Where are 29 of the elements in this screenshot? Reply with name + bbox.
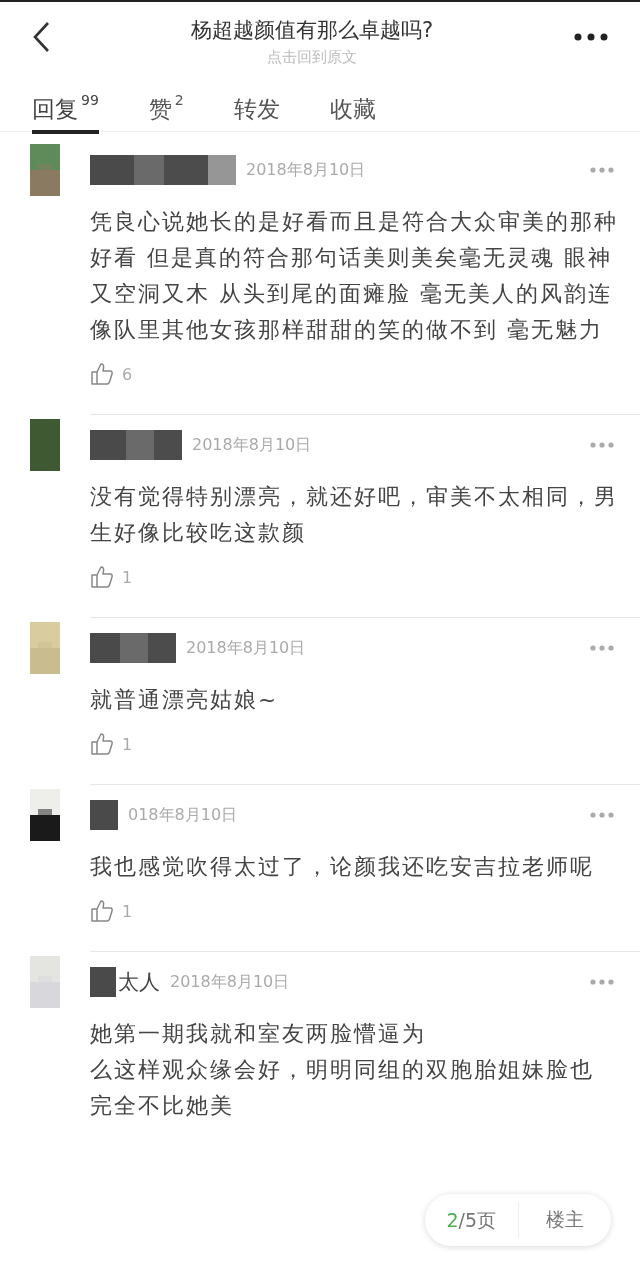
thumbs-up-icon	[90, 732, 114, 756]
comment-text: 完全不比她美	[90, 1092, 235, 1120]
more-icon[interactable]	[574, 33, 608, 41]
tab[interactable]: 收藏	[329, 94, 376, 134]
comment-text: 凭良心说她长的是好看而且是符合大众审美的那种好看 但是真的符合那句话美则美矣毫无灵魂 眼神又空洞又木 从头到尾的面瘫脸 毫无美人的风韵连像队里其他女孩那样甜甜的笑的做不到 毫无魅力	[90, 208, 619, 344]
comment-date: 018年8月10日	[128, 804, 239, 826]
pixelated-name	[90, 967, 116, 997]
username[interactable]: 太人	[118, 968, 160, 996]
tab[interactable]: 赞$^{2}$	[148, 94, 184, 134]
comment-date: 2018年8月10日	[186, 637, 307, 659]
comment-date: 2018年8月10日	[170, 971, 291, 993]
comment-text: 就普通漂亮姑娘~	[90, 686, 279, 714]
page-indicator[interactable]: 2/5页	[425, 1202, 519, 1238]
comment-date: 2018年8月10日	[192, 434, 313, 456]
comment-text: 没有觉得特别漂亮，就还好吧，审美不太相同，男生好像比较吃这款颜	[90, 483, 619, 547]
pixelated-name	[90, 800, 118, 830]
owner-only-button[interactable]: 楼主	[518, 1207, 611, 1233]
thumbs-up-icon	[90, 565, 114, 589]
back-icon[interactable]	[32, 21, 50, 53]
comment-text: 我也感觉吹得太过了，论颜我还吃安吉拉老师呢	[90, 853, 595, 881]
comment-text: 她第一期我就和室友两脸懵逼为	[90, 1020, 427, 1048]
thumbs-up-icon	[90, 362, 114, 386]
tab[interactable]: 回复$^{99}$	[32, 94, 99, 134]
comment-text: 么这样观众缘会好，明明同组的双胞胎姐妹脸也	[90, 1056, 595, 1084]
thumbs-up-icon	[90, 899, 114, 923]
like-button[interactable]: 6	[90, 362, 133, 386]
tab[interactable]: 转发	[233, 94, 280, 134]
post-title: 杨超越颜值有那么卓越吗?	[189, 16, 435, 44]
comment-date: 2018年8月10日	[246, 159, 367, 181]
